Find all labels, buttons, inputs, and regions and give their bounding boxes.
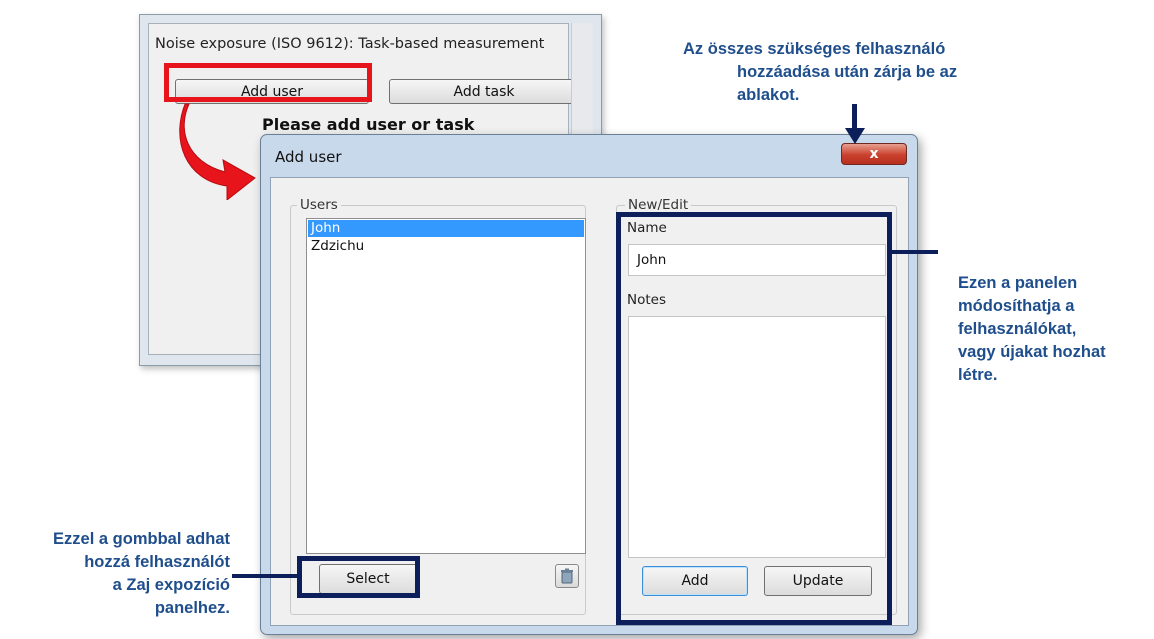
select-note-line: Ezzel a gombbal adhat bbox=[53, 530, 230, 548]
delete-user-button[interactable] bbox=[555, 564, 579, 588]
add-task-button[interactable]: Add task bbox=[389, 79, 579, 104]
close-note-line: ablakot. bbox=[737, 86, 800, 104]
users-list[interactable]: John Zdzichu bbox=[306, 218, 586, 554]
add-prompt-text: Please add user or task bbox=[262, 115, 475, 134]
panel-note-line: vagy újakat hozhat bbox=[958, 343, 1106, 361]
edit-panel-connector bbox=[892, 250, 938, 254]
curved-arrow-icon bbox=[179, 103, 256, 200]
background-window-title: Noise exposure (ISO 9612): Task-based me… bbox=[155, 36, 545, 52]
edit-panel-note: Ezen a panelen módosíthatja a felhasznál… bbox=[958, 272, 1106, 387]
dialog-title: Add user bbox=[275, 148, 342, 166]
panel-note-line: felhasználókat, bbox=[958, 320, 1077, 338]
close-button[interactable]: x bbox=[841, 143, 907, 165]
list-item[interactable]: John bbox=[308, 220, 584, 237]
select-note-line: panelhez. bbox=[154, 599, 230, 617]
panel-note-line: létre. bbox=[958, 366, 998, 384]
close-note-line: Az összes szükséges felhasználó bbox=[683, 40, 946, 58]
close-note-line: hozzáadása után zárja be az bbox=[737, 63, 958, 81]
down-arrow-icon bbox=[845, 128, 865, 144]
panel-note-line: Ezen a panelen bbox=[958, 274, 1078, 292]
select-note-line: a Zaj expozíció bbox=[112, 576, 230, 594]
panel-note-line: módosíthatja a bbox=[958, 297, 1075, 315]
select-note-connector bbox=[232, 574, 298, 578]
select-button-note: Ezzel a gombbal adhat hozzá felhasználót… bbox=[6, 528, 230, 620]
close-window-note: Az összes szükséges felhasználó hozzáadá… bbox=[683, 38, 957, 107]
edit-panel-highlight bbox=[616, 212, 892, 625]
trash-icon bbox=[561, 568, 573, 584]
add-user-highlight bbox=[164, 63, 372, 102]
new-edit-group-label: New/Edit bbox=[625, 197, 692, 213]
list-item[interactable]: Zdzichu bbox=[308, 238, 584, 255]
users-group-label: Users bbox=[297, 197, 341, 213]
select-note-line: hozzá felhasználót bbox=[84, 553, 230, 571]
close-icon: x bbox=[869, 146, 879, 162]
select-button-highlight bbox=[297, 556, 420, 598]
